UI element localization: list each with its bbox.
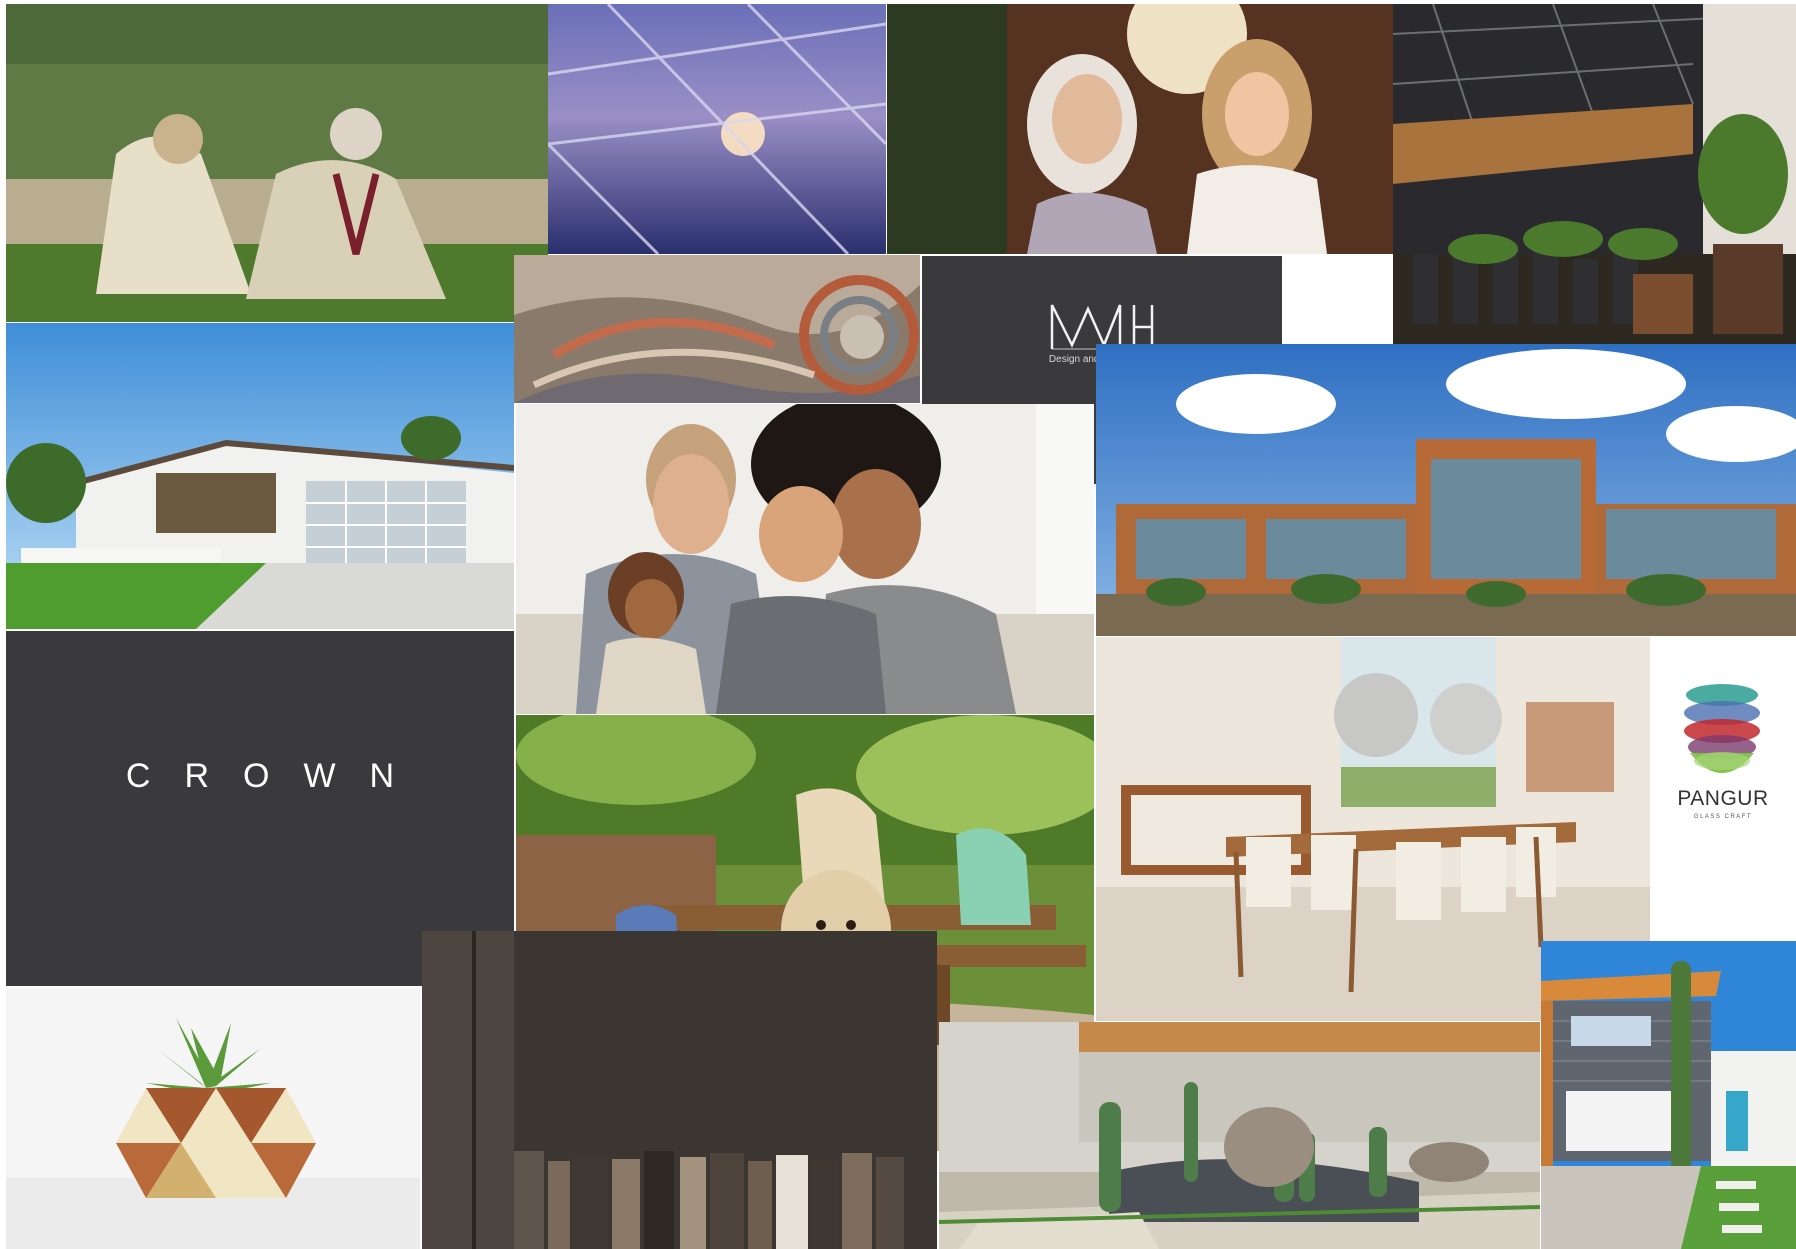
photo-solar-panels-sunset (548, 4, 886, 254)
photo-modern-house-cactus (1541, 941, 1796, 1249)
pangur-logo-wordmark: PANGUR (1677, 787, 1769, 810)
crown-logo-wordmark: CROWN (125, 757, 429, 795)
photo-pebble-mosaic (514, 255, 920, 403)
logo-pangur-panel: PANGUR GLASS CRAFT (1650, 637, 1796, 940)
photo-garden-store-interior (1393, 4, 1796, 344)
pangur-glass-bowls-icon (1684, 684, 1760, 773)
photo-grandmother-and-girl (887, 4, 1393, 254)
pangur-logo-subtitle: GLASS CRAFT (1693, 814, 1753, 820)
moodboard-collage: Design and Productions (0, 0, 1796, 1249)
photo-midcentury-house (6, 323, 514, 629)
photo-office-building (1096, 344, 1796, 636)
photo-desert-landscaping (939, 1022, 1540, 1249)
photo-family-portrait (516, 404, 1094, 714)
photo-succulent-planter (6, 988, 420, 1249)
photo-elderly-couple-on-lawn (6, 4, 548, 322)
photo-wood-slats (422, 931, 937, 1249)
